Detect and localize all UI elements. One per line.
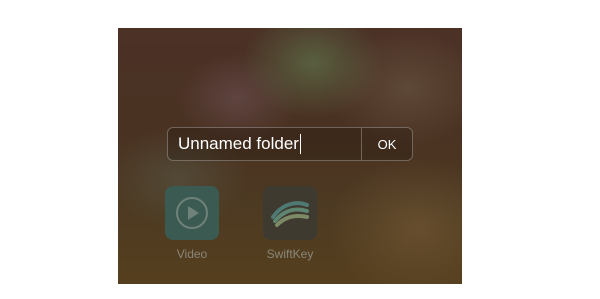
app-video[interactable]: Video: [152, 186, 232, 261]
app-label-video: Video: [176, 247, 208, 261]
app-label-swiftkey: SwiftKey: [266, 247, 314, 261]
swiftkey-icon: [271, 201, 309, 227]
video-app-icon: [165, 186, 219, 240]
home-screen: Unnamed folder OK Video SwiftKey: [118, 28, 462, 284]
folder-name-text: Unnamed folder: [178, 134, 299, 153]
text-cursor: [299, 134, 301, 154]
folder-rename-box: Unnamed folder OK: [167, 127, 413, 161]
ok-button[interactable]: OK: [361, 128, 412, 160]
video-play-icon: [176, 197, 208, 229]
folder-name-input[interactable]: Unnamed folder: [168, 128, 361, 160]
swiftkey-app-icon: [263, 186, 317, 240]
app-swiftkey[interactable]: SwiftKey: [250, 186, 330, 261]
